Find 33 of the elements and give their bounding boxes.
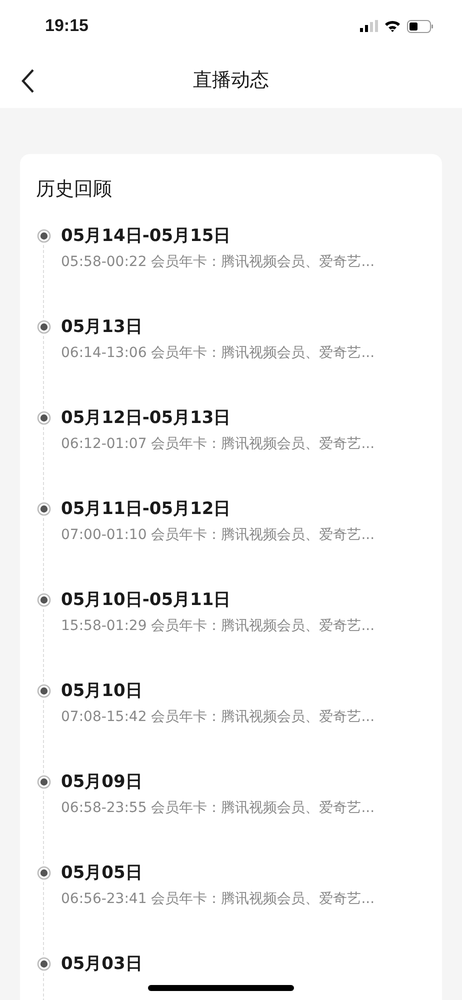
session-date[interactable]: 05月09日	[61, 770, 426, 794]
session-date[interactable]: 05月12日-05月13日	[61, 406, 426, 430]
session-detail: 06:56-23:41 会员年卡：腾讯视频会员、爱奇艺...	[61, 890, 376, 909]
session-detail: 06:58-23:55 会员年卡：腾讯视频会员、爱奇艺...	[61, 799, 376, 818]
battery-icon	[407, 20, 434, 32]
session-date[interactable]: 05月10日-05月11日	[61, 588, 426, 612]
session-detail: 07:00-01:10 会员年卡：腾讯视频会员、爱奇艺...	[61, 526, 376, 545]
status-time: 19:15	[45, 16, 88, 36]
signal-icon	[360, 20, 378, 32]
timeline-dot-icon	[37, 502, 51, 516]
timeline-dot-icon	[37, 684, 51, 698]
timeline-dot-icon	[37, 320, 51, 334]
session-detail: 06:12-01:07 会员年卡：腾讯视频会员、爱奇艺...	[61, 435, 376, 454]
session-date[interactable]: 05月05日	[61, 861, 426, 885]
session-detail: 07:08-15:42 会员年卡：腾讯视频会员、爱奇艺...	[61, 708, 376, 727]
timeline-dot-icon	[37, 229, 51, 243]
page-title: 直播动态	[193, 68, 269, 93]
session-date[interactable]: 05月03日	[61, 952, 426, 976]
session-detail: 05:58-00:22 会员年卡：腾讯视频会员、爱奇艺...	[61, 253, 376, 272]
session-date[interactable]: 05月13日	[61, 315, 426, 339]
session-date[interactable]: 05月14日-05月15日	[61, 224, 426, 248]
timeline-dot-icon	[37, 411, 51, 425]
wifi-icon	[384, 20, 401, 32]
timeline-dot-icon	[37, 593, 51, 607]
back-button[interactable]	[20, 68, 36, 94]
section-title: 历史回顾	[36, 177, 113, 202]
timeline-dot-icon	[37, 957, 51, 971]
session-date[interactable]: 05月11日-05月12日	[61, 497, 426, 521]
session-date[interactable]: 05月10日	[61, 679, 426, 703]
session-detail: 15:58-01:29 会员年卡：腾讯视频会员、爱奇艺...	[61, 617, 376, 636]
timeline-dot-icon	[37, 775, 51, 789]
session-detail: 06:14-13:06 会员年卡：腾讯视频会员、爱奇艺...	[61, 344, 376, 363]
timeline-dot-icon	[37, 866, 51, 880]
